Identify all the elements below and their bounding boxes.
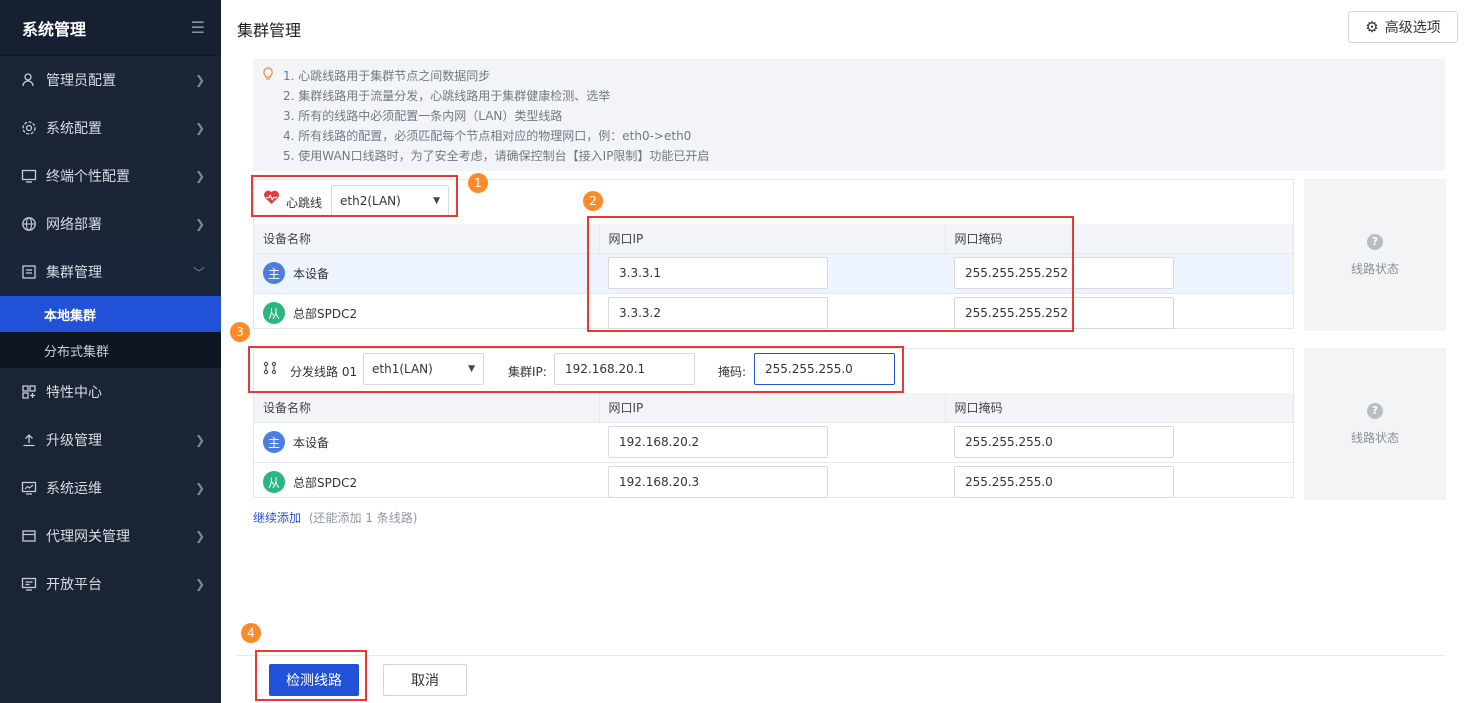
globe-icon bbox=[20, 215, 38, 233]
annotation-badge-1: 1 bbox=[468, 173, 488, 193]
chevron-right-icon: ❯ bbox=[194, 169, 205, 183]
heartbeat-status-panel: ? 线路状态 bbox=[1304, 179, 1446, 331]
sidebar-item-label: 集群管理 bbox=[46, 265, 102, 281]
sidebar-item-gateway[interactable]: 代理网关管理 ❯ bbox=[0, 512, 221, 560]
gear-icon: ⚙ bbox=[1365, 18, 1379, 36]
sidebar-item-upgrade[interactable]: 升级管理 ❯ bbox=[0, 416, 221, 464]
mask-input[interactable]: 255.255.255.0 bbox=[954, 466, 1174, 499]
admin-user-icon bbox=[20, 71, 38, 89]
sidebar-item-network[interactable]: 网络部署 ❯ bbox=[0, 200, 221, 248]
slave-avatar: 从 bbox=[263, 471, 285, 494]
question-icon[interactable]: ? bbox=[1367, 402, 1383, 419]
menu-collapse-icon[interactable]: ☰ bbox=[191, 18, 205, 37]
chevron-right-icon: ❯ bbox=[194, 529, 205, 543]
chevron-down-icon: ﹀ bbox=[192, 265, 205, 280]
cancel-button[interactable]: 取消 bbox=[383, 664, 467, 696]
sidebar-subitem-local-cluster[interactable]: 本地集群 bbox=[0, 296, 221, 332]
distribution-table: 设备名称 网口IP 网口掩码 主本设备 192.168.20.2 255.255… bbox=[254, 393, 1293, 502]
table-header-row: 设备名称 网口IP 网口掩码 bbox=[254, 393, 1293, 422]
cluster-icon bbox=[20, 263, 38, 281]
annotation-box-3 bbox=[248, 346, 904, 393]
tip-line: 3. 所有的线路中必须配置一条内网（LAN）类型线路 bbox=[283, 109, 563, 123]
grid-icon bbox=[20, 383, 38, 401]
add-line-row: 继续添加 (还能添加 1 条线路) bbox=[253, 509, 417, 526]
device-name: 总部SPDC2 bbox=[293, 306, 358, 321]
annotation-badge-4: 4 bbox=[241, 623, 261, 643]
column-header: 网口IP bbox=[598, 393, 945, 422]
master-avatar: 主 bbox=[263, 262, 285, 284]
tip-line: 1. 心跳线路用于集群节点之间数据同步 bbox=[283, 69, 491, 83]
device-name: 本设备 bbox=[293, 435, 330, 450]
sidebar-item-label: 开放平台 bbox=[46, 577, 102, 593]
main-content: 集群管理 ⚙ 高级选项 1. 心跳线路用于集群节点之间数据同步 2. 集群线路用… bbox=[221, 0, 1465, 703]
ip-input[interactable]: 192.168.20.3 bbox=[608, 466, 828, 499]
add-line-link[interactable]: 继续添加 bbox=[253, 511, 301, 525]
monitor-icon bbox=[20, 167, 38, 185]
chevron-right-icon: ❯ bbox=[194, 217, 205, 231]
gateway-icon bbox=[20, 527, 38, 545]
advanced-options-label: 高级选项 bbox=[1384, 20, 1441, 36]
sidebar-item-cluster[interactable]: 集群管理 ﹀ bbox=[0, 248, 221, 296]
slave-avatar: 从 bbox=[263, 302, 285, 325]
device-name: 总部SPDC2 bbox=[293, 475, 358, 490]
footer-divider bbox=[237, 655, 1445, 656]
tips-panel: 1. 心跳线路用于集群节点之间数据同步 2. 集群线路用于流量分发，心跳线路用于… bbox=[253, 59, 1445, 171]
annotation-badge-2: 2 bbox=[583, 191, 603, 211]
distribution-status-panel: ? 线路状态 bbox=[1304, 348, 1446, 500]
sidebar-item-label: 系统运维 bbox=[46, 481, 102, 497]
lightbulb-icon bbox=[262, 67, 274, 85]
annotation-box-1 bbox=[251, 175, 458, 217]
add-line-hint: (还能添加 1 条线路) bbox=[308, 511, 418, 525]
line-status-label: 线路状态 bbox=[1350, 261, 1399, 276]
chart-monitor-icon bbox=[20, 479, 38, 497]
sidebar-item-open-platform[interactable]: 开放平台 ❯ bbox=[0, 560, 221, 608]
sidebar-item-label: 代理网关管理 bbox=[46, 529, 130, 545]
chevron-right-icon: ❯ bbox=[194, 121, 205, 135]
chevron-right-icon: ❯ bbox=[194, 577, 205, 591]
device-name: 本设备 bbox=[293, 266, 330, 281]
sidebar-item-terminal[interactable]: 终端个性配置 ❯ bbox=[0, 152, 221, 200]
column-header: 网口掩码 bbox=[944, 393, 1293, 422]
sidebar-subitem-distributed-cluster[interactable]: 分布式集群 bbox=[0, 332, 221, 368]
gear-icon bbox=[20, 119, 38, 137]
ip-input[interactable]: 192.168.20.2 bbox=[608, 426, 828, 458]
sidebar-item-label: 网络部署 bbox=[46, 217, 102, 233]
chevron-right-icon: ❯ bbox=[194, 73, 205, 87]
column-header: 设备名称 bbox=[254, 224, 599, 253]
sidebar-header: 系统管理 ☰ bbox=[0, 0, 221, 56]
mask-input[interactable]: 255.255.255.0 bbox=[954, 426, 1174, 458]
sidebar-item-ops[interactable]: 系统运维 ❯ bbox=[0, 464, 221, 512]
annotation-badge-3: 3 bbox=[230, 322, 250, 342]
page-title: 集群管理 bbox=[237, 21, 302, 40]
chevron-right-icon: ❯ bbox=[194, 481, 205, 495]
sidebar-item-system-config[interactable]: 系统配置 ❯ bbox=[0, 104, 221, 152]
sidebar-item-features[interactable]: 特性中心 bbox=[0, 368, 221, 416]
table-row: 主本设备 192.168.20.2 255.255.255.0 bbox=[254, 421, 1293, 462]
annotation-box-2 bbox=[587, 216, 1074, 332]
sidebar: 系统管理 ☰ 管理员配置 ❯ 系统配置 ❯ 终端个性配置 ❯ 网络部署 ❯ 集群… bbox=[0, 0, 221, 703]
sidebar-item-label: 特性中心 bbox=[46, 385, 102, 401]
platform-icon bbox=[20, 575, 38, 593]
chevron-right-icon: ❯ bbox=[194, 433, 205, 447]
annotation-box-4 bbox=[255, 650, 367, 701]
sidebar-item-label: 升级管理 bbox=[46, 433, 102, 449]
master-avatar: 主 bbox=[263, 431, 285, 453]
question-icon[interactable]: ? bbox=[1367, 233, 1383, 250]
advanced-options-button[interactable]: ⚙ 高级选项 bbox=[1348, 11, 1458, 43]
tip-line: 2. 集群线路用于流量分发，心跳线路用于集群健康检测、选举 bbox=[283, 89, 611, 103]
upload-icon bbox=[20, 431, 38, 449]
tip-line: 4. 所有线路的配置，必须匹配每个节点相对应的物理网口，例：eth0->eth0 bbox=[283, 129, 692, 143]
table-row: 从总部SPDC2 192.168.20.3 255.255.255.0 bbox=[254, 461, 1293, 502]
column-header: 设备名称 bbox=[254, 393, 599, 422]
sidebar-item-label: 管理员配置 bbox=[46, 73, 116, 89]
sidebar-item-label: 终端个性配置 bbox=[46, 169, 130, 185]
sidebar-title: 系统管理 bbox=[22, 19, 87, 39]
sidebar-item-admin[interactable]: 管理员配置 ❯ bbox=[0, 56, 221, 104]
line-status-label: 线路状态 bbox=[1350, 430, 1399, 445]
sidebar-item-label: 系统配置 bbox=[46, 121, 102, 137]
tip-line: 5. 使用WAN口线路时，为了安全考虑，请确保控制台【接入IP限制】功能已开启 bbox=[283, 149, 710, 163]
